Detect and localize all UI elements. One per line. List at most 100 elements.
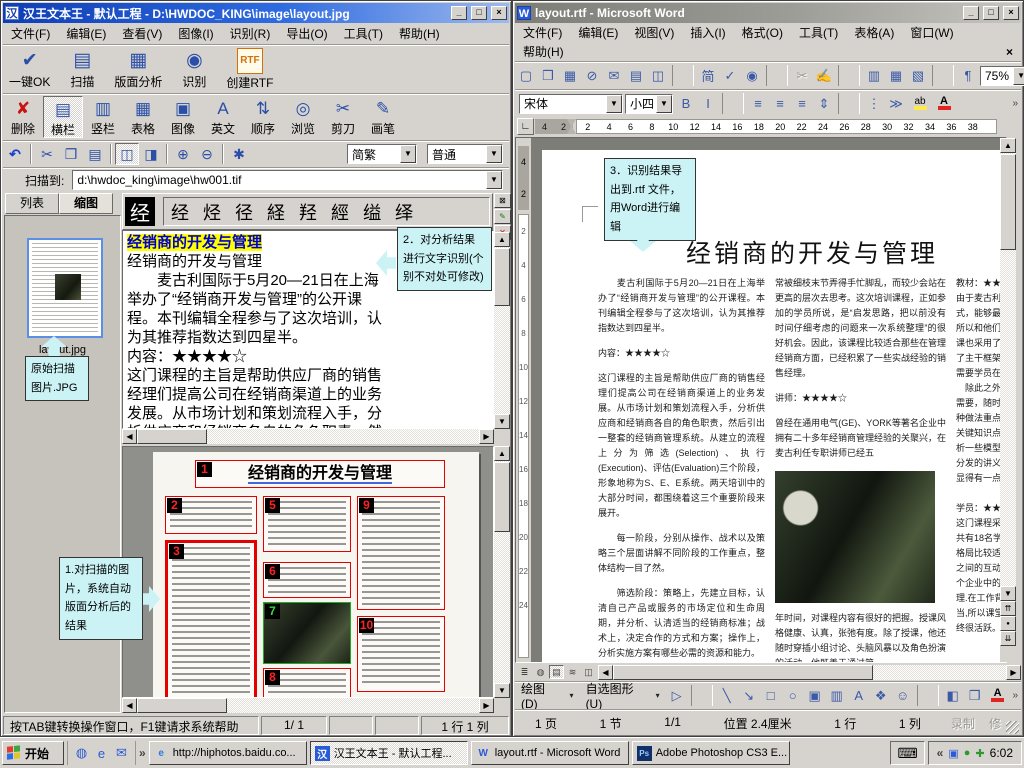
select-browse-object-icon[interactable]: ● <box>1000 616 1016 631</box>
vertical-textbox-icon[interactable]: ▥ <box>826 685 848 706</box>
region-box[interactable]: 8 <box>263 668 351 698</box>
menu-item[interactable]: 视图(V) <box>626 22 682 43</box>
horizontal-ruler[interactable]: ∟ 42 2468101214161820222426283032343638 <box>515 117 1021 137</box>
taskbar-task-ie[interactable]: e http://hiphotos.baidu.co... <box>149 741 307 765</box>
network-icon[interactable]: ▣ <box>948 747 958 760</box>
permission-icon[interactable]: ⊘ <box>581 65 603 86</box>
next-page-icon[interactable]: ⇊ <box>1000 631 1016 646</box>
rectangle-icon[interactable]: □ <box>760 685 782 706</box>
taskbar-task-word[interactable]: W layout.rtf - Microsoft Word <box>471 741 629 765</box>
show-marks-icon[interactable]: ¶ <box>957 65 979 86</box>
paste-icon[interactable]: ▤ <box>83 143 107 165</box>
ocr-text-line[interactable]: 经理们提高公司在经销商渠道上的业务 <box>127 385 489 404</box>
menu-item[interactable]: 工具(T) <box>791 22 846 43</box>
close-result-icon[interactable]: ⊠ <box>494 193 511 208</box>
layout-preview-area[interactable]: 1 经销商的开发与管理 2 3 5 6 7 8 9 10 <box>122 446 494 698</box>
update-icon[interactable]: ✚ <box>975 747 984 760</box>
font-size-combo[interactable]: 小四▼ <box>625 94 673 114</box>
undo-icon[interactable]: ↶ <box>3 143 27 165</box>
taskbar-task-photoshop[interactable]: Ps Adobe Photoshop CS3 E... <box>632 741 790 765</box>
menu-item[interactable]: 窗口(W) <box>902 22 961 43</box>
preview-hscrollbar[interactable]: ◀ ▶ <box>122 698 494 713</box>
candidate-character[interactable]: 烃 <box>196 199 228 225</box>
taskbar-task-hanwang[interactable]: 汉 汉王文本王 - 默认工程... <box>310 741 468 765</box>
format-painter-icon[interactable]: ✍ <box>813 65 835 86</box>
word-vscrollbar[interactable]: ▲ ▼ ⇈ ● ⇊ <box>1000 138 1016 662</box>
reading-view-icon[interactable]: ◫ <box>581 665 596 679</box>
properties-icon[interactable]: ✱ <box>227 143 251 165</box>
copy-icon[interactable]: ❐ <box>59 143 83 165</box>
menu-item[interactable]: 表格(A) <box>846 22 902 43</box>
english-icon[interactable]: A英文 <box>203 96 243 138</box>
toolbar-options-icon[interactable]: » <box>1009 690 1021 701</box>
region-box[interactable]: 5 <box>263 496 351 552</box>
quick-tool-button[interactable] <box>222 144 224 164</box>
menu-item[interactable]: 帮助(H) <box>391 23 448 44</box>
scan-path-value[interactable]: d:\hwdoc_king\image\hw001.tif <box>73 173 486 187</box>
region-box[interactable]: 9 <box>357 496 445 610</box>
internet-explorer-icon[interactable]: e <box>92 744 111 763</box>
ocr-text-line[interactable]: 举办了“经销商开发与管理”的公开课 <box>127 290 489 309</box>
paintbrush-icon[interactable]: ✎画笔 <box>363 96 403 138</box>
clipart-icon[interactable]: ☺ <box>892 685 914 706</box>
maximize-button[interactable]: □ <box>983 6 999 20</box>
highlight-icon[interactable]: ab <box>909 93 931 114</box>
align-right-icon[interactable]: ≡ <box>791 93 813 114</box>
threed-icon[interactable]: ❒ <box>964 685 986 706</box>
ocr-text-vscrollbar[interactable]: ▲ ▼ <box>494 232 510 429</box>
toolbar-options-icon[interactable]: » <box>1009 98 1021 109</box>
start-button[interactable]: 开始 <box>2 741 64 765</box>
quick-launch-overflow-icon[interactable]: » <box>139 746 146 760</box>
scan-path-combo[interactable]: d:\hwdoc_king\image\hw001.tif▼ <box>72 170 503 190</box>
mode-combo[interactable]: 普通▼ <box>427 144 503 164</box>
document-page[interactable]: 3．识别结果导出到.rtf 文件，用Word进行编辑 经销商的开发与管理 麦古利… <box>542 150 1007 663</box>
chevron-down-icon[interactable]: ▼ <box>400 145 416 163</box>
maximize-button[interactable]: □ <box>471 6 487 20</box>
column-2[interactable]: 常被细枝末节弄得手忙脚乱，而较少会站在更高的层次去思考。这次培训课程，正如参加的… <box>775 276 946 663</box>
arrow-icon[interactable]: ↘ <box>738 685 760 706</box>
toolbar-button[interactable] <box>766 65 788 86</box>
browse-icon[interactable]: ◎浏览 <box>283 96 323 138</box>
image-region-icon[interactable]: ▣图像 <box>163 96 203 138</box>
hanwang-titlebar[interactable]: 汉 汉王文本王 - 默认工程 - D:\HWDOC_KING\image\lay… <box>3 3 509 23</box>
ocr-text-line[interactable]: 内容：★★★★☆ <box>127 347 489 366</box>
open-folder-icon[interactable]: ❒ <box>537 65 559 86</box>
region-box[interactable]: 10 <box>357 616 445 692</box>
print-layout-view-icon[interactable]: ▤ <box>549 665 564 679</box>
print-icon[interactable]: ▤ <box>625 65 647 86</box>
table-icon[interactable]: ▦表格 <box>123 96 163 138</box>
tab-selector[interactable]: ∟ <box>517 118 534 135</box>
align-center-icon[interactable]: ≡ <box>769 93 791 114</box>
word-titlebar[interactable]: W layout.rtf - Microsoft Word _ □ × <box>515 3 1021 23</box>
font-name-combo[interactable]: 宋体▼ <box>519 94 623 114</box>
chevron-down-icon[interactable]: ▼ <box>486 171 502 189</box>
insert-excel-icon[interactable]: ▧ <box>907 65 929 86</box>
ocr-text-line[interactable]: 为其推荐指数达到四星半。 <box>127 328 489 347</box>
menu-item[interactable]: 插入(I) <box>682 22 733 43</box>
font-color-icon[interactable]: A <box>933 93 955 114</box>
menu-item[interactable]: 查看(V) <box>114 23 170 44</box>
region-box-title[interactable]: 1 经销商的开发与管理 <box>195 460 445 488</box>
tray-collapse-icon[interactable]: « <box>937 746 944 760</box>
view-text-image-icon[interactable]: ◫ <box>115 143 139 165</box>
language-bar[interactable]: ⌨ <box>890 741 924 765</box>
format-button[interactable] <box>722 93 744 114</box>
menu-item[interactable]: 工具(T) <box>336 23 391 44</box>
security-center-icon[interactable]: ● <box>964 747 971 759</box>
minimize-button[interactable]: _ <box>451 6 467 20</box>
previous-page-icon[interactable]: ⇈ <box>1000 601 1016 616</box>
horizontal-column-icon[interactable]: ▤横栏 <box>43 96 83 138</box>
bold-icon[interactable]: B <box>675 93 697 114</box>
email-icon[interactable]: ✉ <box>603 65 625 86</box>
quick-tool-button[interactable] <box>110 144 112 164</box>
close-button[interactable]: × <box>491 6 507 20</box>
chinese-convert-icon[interactable]: 简 <box>697 65 719 86</box>
fill-color-icon[interactable]: ◧ <box>942 685 964 706</box>
menu-item-help[interactable]: 帮助(H) <box>515 41 572 62</box>
quick-tool-button[interactable] <box>30 144 32 164</box>
zoom-in-icon[interactable]: ⊕ <box>171 143 195 165</box>
oval-icon[interactable]: ○ <box>782 685 804 706</box>
draw-menu-button[interactable]: 绘图(D) <box>515 680 564 711</box>
menu-item[interactable]: 识别(R) <box>222 23 279 44</box>
layout-analysis-icon[interactable]: ▦版面分析 <box>108 47 168 91</box>
